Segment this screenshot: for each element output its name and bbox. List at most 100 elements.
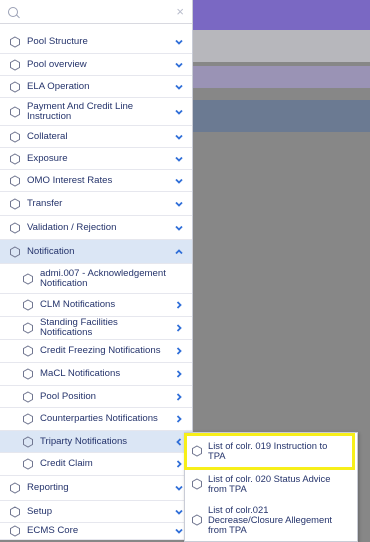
- menu-item-label: CLM Notifications: [40, 299, 116, 310]
- menu-item-label: Exposure: [27, 152, 68, 164]
- hexagon-icon: [9, 525, 21, 537]
- hexagon-icon: [9, 245, 21, 258]
- menu-item-ecms-core[interactable]: ECMS Core: [0, 523, 192, 540]
- menu-item-label: MaCL Notifications: [40, 368, 121, 379]
- menu-item-label: Pool Structure: [27, 35, 88, 47]
- menu-item-label: Counterparties Notifications: [40, 413, 158, 424]
- app-band: [192, 30, 370, 62]
- hexagon-icon: [22, 458, 34, 470]
- hexagon-icon: [22, 413, 34, 425]
- chevron-down-icon[interactable]: [172, 223, 186, 233]
- hexagon-icon: [9, 105, 21, 118]
- menu-item-collateral[interactable]: Collateral: [0, 126, 192, 148]
- menu-item-pool-overview[interactable]: Pool overview: [0, 54, 192, 76]
- menu-item-label: Credit Freezing Notifications: [40, 345, 161, 356]
- flyout-item-label: List of colr. 019 Instruction to TPA: [208, 440, 328, 461]
- chevron-down-icon[interactable]: [172, 154, 186, 164]
- hexagon-icon: [9, 152, 21, 165]
- hexagon-icon: [9, 221, 21, 234]
- hexagon-icon: [22, 368, 34, 380]
- menu-item-label: Pool overview: [27, 58, 87, 70]
- menu-item-counterparties-notifications[interactable]: Counterparties Notifications: [0, 408, 192, 431]
- hexagon-icon: [191, 478, 203, 490]
- menu-item-notification[interactable]: Notification: [0, 240, 192, 264]
- menu-item-label: Notification: [27, 245, 75, 257]
- menu-item-label: OMO Interest Rates: [27, 174, 113, 186]
- menu-item-triparty-notifications[interactable]: Triparty Notifications: [0, 431, 192, 453]
- hexagon-icon: [22, 345, 34, 357]
- hexagon-icon: [9, 505, 21, 518]
- menu-item-label: Collateral: [27, 130, 68, 142]
- search-icon: [8, 6, 18, 17]
- flyout-item[interactable]: List of colr. 020 Status Advice from TPA: [185, 469, 357, 499]
- menu-item-label: Transfer: [27, 197, 63, 209]
- hexagon-icon: [22, 322, 34, 334]
- hexagon-icon: [22, 299, 34, 311]
- menu-item-ela-operation[interactable]: ELA Operation: [0, 76, 192, 98]
- flyout-item[interactable]: List of colr. 019 Instruction to TPA: [185, 433, 357, 469]
- hexagon-icon: [9, 35, 21, 48]
- chevron-right-icon[interactable]: [172, 392, 186, 402]
- menu-item-credit-claim[interactable]: Credit Claim: [0, 453, 192, 476]
- chevron-up-icon[interactable]: [172, 247, 186, 257]
- menu-item-label: Credit Claim: [40, 458, 93, 469]
- app-band: [192, 66, 370, 88]
- menu-item-macl-notifications[interactable]: MaCL Notifications: [0, 363, 192, 386]
- menu-item-admi-007-acknowledgement-notification[interactable]: admi.007 - Acknowledgement Notification: [0, 264, 192, 294]
- menu-item-transfer[interactable]: Transfer: [0, 192, 192, 216]
- chevron-down-icon[interactable]: [172, 82, 186, 92]
- chevron-right-icon[interactable]: [172, 300, 186, 310]
- hexagon-icon: [9, 197, 21, 210]
- menu-item-credit-freezing-notifications[interactable]: Credit Freezing Notifications: [0, 340, 192, 363]
- chevron-down-icon[interactable]: [172, 199, 186, 209]
- search-bar: ×: [0, 0, 192, 24]
- menu-item-label: Triparty Notifications: [40, 435, 128, 447]
- hexagon-icon: [9, 130, 21, 143]
- chevron-right-icon[interactable]: [172, 346, 186, 356]
- menu-item-pool-position[interactable]: Pool Position: [0, 386, 192, 408]
- menu-item-clm-notifications[interactable]: CLM Notifications: [0, 294, 192, 317]
- menu-item-label: Setup: [27, 505, 53, 517]
- menu-item-reporting[interactable]: Reporting: [0, 476, 192, 501]
- menu-item-payment-and-credit-line-instruction[interactable]: Payment And Credit Line Instruction: [0, 98, 192, 126]
- flyout-item-label: List of colr.021 Decrease/Closure Allege…: [208, 504, 333, 535]
- app-band: [192, 100, 370, 132]
- chevron-down-icon[interactable]: [172, 60, 186, 70]
- menu-item-exposure[interactable]: Exposure: [0, 148, 192, 170]
- hexagon-icon: [191, 445, 203, 457]
- triparty-notifications-flyout: List of colr. 019 Instruction to TPA List…: [184, 432, 358, 542]
- menu-item-label: ELA Operation: [27, 80, 90, 92]
- menu-item-standing-facilities-notifications[interactable]: Standing Facilities Notifications: [0, 317, 192, 340]
- hexagon-icon: [22, 390, 34, 403]
- clear-icon[interactable]: ×: [176, 5, 184, 18]
- chevron-right-icon[interactable]: [172, 369, 186, 379]
- hexagon-icon: [9, 174, 21, 187]
- menu-item-label: Reporting: [27, 482, 69, 493]
- hexagon-icon: [191, 514, 203, 526]
- hexagon-icon: [22, 435, 34, 448]
- chevron-right-icon[interactable]: [172, 323, 186, 333]
- chevron-right-icon[interactable]: [172, 414, 186, 424]
- app-topbar: [192, 0, 370, 30]
- menu-item-label: Validation / Rejection: [27, 221, 117, 233]
- search-input[interactable]: [24, 5, 171, 18]
- menu-item-label: admi.007 - Acknowledgement Notification: [40, 267, 166, 289]
- menu-item-label: Standing Facilities Notifications: [40, 317, 118, 338]
- hexagon-icon: [9, 58, 21, 71]
- menu-item-label: ECMS Core: [27, 525, 79, 536]
- menu-item-setup[interactable]: Setup: [0, 501, 192, 523]
- chevron-down-icon[interactable]: [172, 176, 186, 186]
- chevron-down-icon[interactable]: [172, 107, 186, 117]
- menu-item-label: Payment And Credit Line Instruction: [27, 100, 134, 122]
- menu-item-validation-rejection[interactable]: Validation / Rejection: [0, 216, 192, 240]
- menu-item-pool-structure[interactable]: Pool Structure: [0, 30, 192, 54]
- flyout-item[interactable]: List of colr.021 Decrease/Closure Allege…: [185, 499, 357, 541]
- flyout-item-label: List of colr. 020 Status Advice from TPA: [208, 473, 331, 494]
- hexagon-icon: [9, 80, 21, 93]
- menu-item-label: Pool Position: [40, 390, 96, 402]
- chevron-down-icon[interactable]: [172, 132, 186, 142]
- hexagon-icon: [22, 272, 34, 285]
- chevron-down-icon[interactable]: [172, 37, 186, 47]
- menu-item-omo-interest-rates[interactable]: OMO Interest Rates: [0, 170, 192, 192]
- hexagon-icon: [9, 482, 21, 494]
